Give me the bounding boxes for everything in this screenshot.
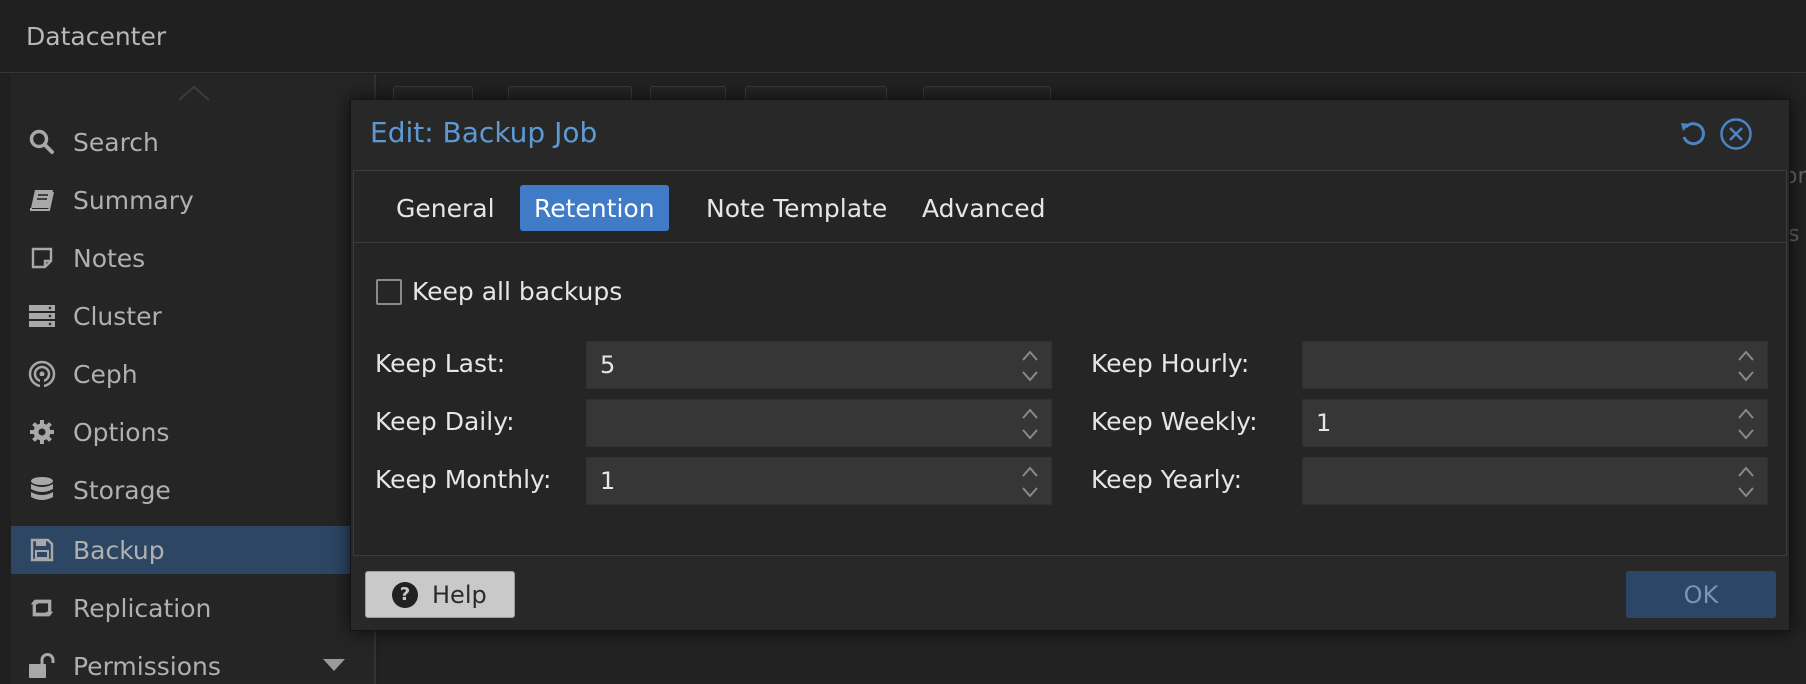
sidebar-item-cluster[interactable]: Cluster xyxy=(11,292,376,340)
tab-advanced[interactable]: Advanced xyxy=(908,185,1060,231)
sidebar-item-options[interactable]: Options xyxy=(11,408,376,456)
keep-all-backups-checkbox-row[interactable]: Keep all backups xyxy=(376,277,622,306)
keep-monthly-input[interactable] xyxy=(587,458,1007,504)
tab-note-template[interactable]: Note Template xyxy=(692,185,901,231)
sidebar-item-ceph[interactable]: Ceph xyxy=(11,350,376,398)
spin-down-icon[interactable] xyxy=(1019,368,1041,384)
spin-down-icon[interactable] xyxy=(1019,426,1041,442)
datacenter-title: Datacenter xyxy=(26,22,167,51)
sidebar-item-label: Search xyxy=(73,128,159,157)
sidebar-item-label: Ceph xyxy=(73,360,138,389)
keep-last-label: Keep Last: xyxy=(375,349,506,378)
gear-icon xyxy=(28,419,56,445)
sidebar-item-permissions[interactable]: Permissions xyxy=(11,642,376,684)
scroll-up-icon[interactable] xyxy=(177,84,211,102)
unlock-icon xyxy=(28,653,56,679)
spin-down-icon[interactable] xyxy=(1735,484,1757,500)
sidebar-item-label: Permissions xyxy=(73,652,221,681)
sidebar-item-storage[interactable]: Storage xyxy=(11,466,376,514)
sidebar-item-label: Storage xyxy=(73,476,171,505)
sidebar-item-label: Cluster xyxy=(73,302,162,331)
spinner-arrows xyxy=(1735,406,1757,442)
keep-all-backups-label: Keep all backups xyxy=(412,277,623,306)
spin-down-icon[interactable] xyxy=(1735,368,1757,384)
ceph-icon xyxy=(28,360,56,388)
keep-last-spinner xyxy=(586,341,1052,389)
dialog-tabbar: General Retention Note Template Advanced xyxy=(354,171,1786,243)
spin-up-icon[interactable] xyxy=(1019,464,1041,480)
spinner-arrows xyxy=(1019,348,1041,384)
spin-up-icon[interactable] xyxy=(1735,406,1757,422)
help-button[interactable]: ? Help xyxy=(365,571,515,618)
keep-yearly-input[interactable] xyxy=(1303,458,1723,504)
reset-icon[interactable] xyxy=(1676,117,1710,151)
note-icon xyxy=(28,245,56,271)
tab-retention[interactable]: Retention xyxy=(520,185,669,231)
spinner-arrows xyxy=(1019,406,1041,442)
search-icon xyxy=(28,129,56,155)
keep-hourly-input[interactable] xyxy=(1303,342,1723,388)
keep-weekly-spinner xyxy=(1302,399,1768,447)
keep-last-input[interactable] xyxy=(587,342,1007,388)
sidebar-item-backup[interactable]: Backup xyxy=(11,526,376,574)
chevron-down-icon[interactable] xyxy=(323,659,345,671)
sidebar-item-label: Notes xyxy=(73,244,146,273)
close-icon[interactable] xyxy=(1719,117,1753,151)
spin-down-icon[interactable] xyxy=(1735,426,1757,442)
sidebar-item-replication[interactable]: Replication xyxy=(11,584,376,632)
spin-up-icon[interactable] xyxy=(1735,464,1757,480)
spin-up-icon[interactable] xyxy=(1019,348,1041,364)
sidebar-item-summary[interactable]: Summary xyxy=(11,176,376,224)
edit-backup-job-dialog: Edit: Backup Job General Retention Note … xyxy=(350,99,1790,631)
dialog-title: Edit: Backup Job xyxy=(370,116,598,149)
question-circle-icon: ? xyxy=(392,581,418,608)
keep-yearly-label: Keep Yearly: xyxy=(1091,465,1243,494)
sidebar-item-label: Options xyxy=(73,418,170,447)
keep-daily-label: Keep Daily: xyxy=(375,407,515,436)
keep-daily-spinner xyxy=(586,399,1052,447)
sidebar-item-label: Summary xyxy=(73,186,194,215)
sidebar: Search Summary Notes Cluster Ceph Option… xyxy=(11,74,376,684)
keep-hourly-spinner xyxy=(1302,341,1768,389)
keep-monthly-spinner xyxy=(586,457,1052,505)
server-icon xyxy=(28,303,56,329)
keep-yearly-spinner xyxy=(1302,457,1768,505)
keep-daily-input[interactable] xyxy=(587,400,1007,446)
keep-hourly-label: Keep Hourly: xyxy=(1091,349,1250,378)
tab-general[interactable]: General xyxy=(382,185,509,231)
floppy-icon xyxy=(28,537,56,563)
book-icon xyxy=(28,187,56,213)
keep-weekly-label: Keep Weekly: xyxy=(1091,407,1258,436)
top-header: Datacenter xyxy=(0,0,1806,73)
spin-up-icon[interactable] xyxy=(1019,406,1041,422)
sidebar-item-label: Backup xyxy=(73,536,165,565)
spin-up-icon[interactable] xyxy=(1735,348,1757,364)
keep-weekly-input[interactable] xyxy=(1303,400,1723,446)
sidebar-item-label: Replication xyxy=(73,594,212,623)
ok-button[interactable]: OK xyxy=(1626,571,1776,618)
retweet-icon xyxy=(28,595,56,621)
sidebar-item-search[interactable]: Search xyxy=(11,118,376,166)
keep-all-backups-checkbox[interactable] xyxy=(376,278,402,305)
spinner-arrows xyxy=(1735,464,1757,500)
dialog-body: General Retention Note Template Advanced… xyxy=(353,170,1787,556)
sidebar-item-notes[interactable]: Notes xyxy=(11,234,376,282)
spin-down-icon[interactable] xyxy=(1019,484,1041,500)
keep-monthly-label: Keep Monthly: xyxy=(375,465,552,494)
spinner-arrows xyxy=(1735,348,1757,384)
spinner-arrows xyxy=(1019,464,1041,500)
database-icon xyxy=(28,477,56,503)
help-button-label: Help xyxy=(432,580,487,609)
